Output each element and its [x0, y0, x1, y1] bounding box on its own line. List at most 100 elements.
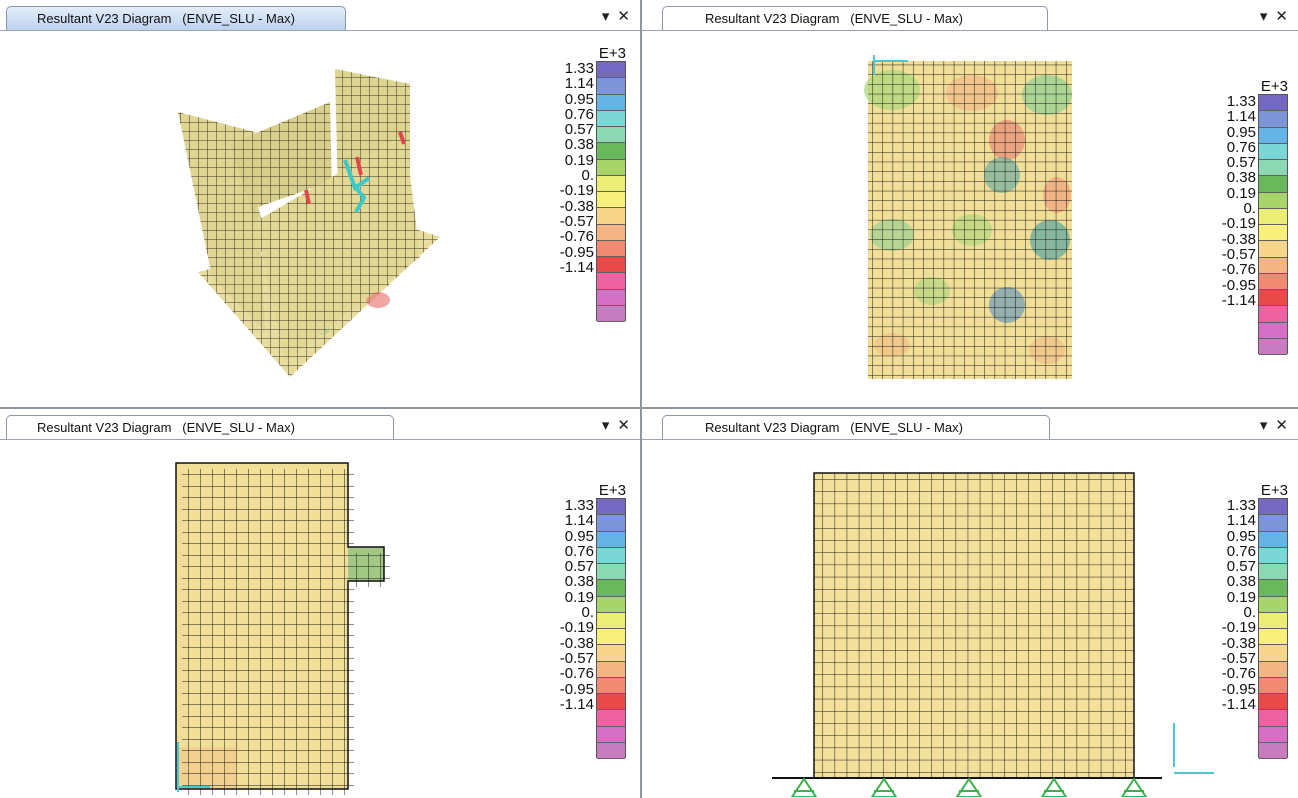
- legend-value: -0.57: [559, 212, 594, 230]
- legend-color-swatch: [597, 596, 625, 613]
- legend-color-swatch: [597, 110, 625, 127]
- model-view-3d[interactable]: [0, 32, 560, 402]
- window-controls: ▾ ✕: [1260, 7, 1288, 25]
- legend-value: -0.19: [1221, 619, 1256, 637]
- legend-value: -0.57: [1221, 245, 1256, 263]
- plan-view[interactable]: [862, 55, 1102, 395]
- legend-value: 0.: [581, 604, 594, 622]
- pane-bottom-right[interactable]: Resultant V23 Diagram (ENVE_SLU - Max) ▾…: [642, 409, 1298, 798]
- legend-value: -1.14: [1221, 695, 1256, 713]
- legend-color-swatch: [597, 273, 625, 290]
- legend-value: 0.76: [564, 542, 594, 560]
- legend-color-swatch: [597, 742, 625, 759]
- legend-value: 0.95: [564, 90, 594, 108]
- legend-value: 0.95: [1226, 527, 1256, 545]
- legend-color-swatch: [597, 645, 625, 662]
- tab-bar: Resultant V23 Diagram (ENVE_SLU - Max) ▾…: [642, 409, 1298, 440]
- legend-color-swatch: [597, 62, 625, 79]
- legend-color-swatch: [1259, 547, 1287, 564]
- legend-value: 0.76: [564, 105, 594, 123]
- wall-elevation-view[interactable]: [170, 457, 430, 797]
- legend-color-bar: [596, 61, 626, 322]
- tab-bar: Resultant V23 Diagram (ENVE_SLU - Max) ▾…: [0, 409, 640, 440]
- legend-value: -0.38: [559, 197, 594, 215]
- dropdown-arrow-icon[interactable]: ▾: [1260, 7, 1268, 25]
- color-legend: E+3 1.33 1.14 0.95 0.76 0.57 0.38 0.19 0. -0.19 -0…: [540, 482, 626, 762]
- legend-value: -0.57: [1221, 649, 1256, 667]
- legend-color-swatch: [597, 564, 625, 581]
- window-controls: ▾ ✕: [1260, 416, 1288, 434]
- legend-color-swatch: [597, 661, 625, 678]
- legend-color-swatch: [1259, 257, 1287, 274]
- legend-value: -0.76: [559, 665, 594, 683]
- legend-value: -0.57: [559, 649, 594, 667]
- close-icon[interactable]: ✕: [617, 416, 630, 434]
- dropdown-arrow-icon[interactable]: ▾: [602, 416, 610, 434]
- legend-value: 1.14: [1226, 512, 1256, 530]
- tab-bar: Resultant V23 Diagram (ENVE_SLU - Max) ▾…: [0, 0, 640, 31]
- legend-value: 0.57: [564, 558, 594, 576]
- legend-color-bar: [596, 498, 626, 759]
- close-icon[interactable]: ✕: [1275, 7, 1288, 25]
- legend-value: 0.95: [564, 527, 594, 545]
- tab-resultant-v23-diagram[interactable]: Resultant V23 Diagram (ENVE_SLU - Max): [662, 415, 1050, 439]
- dropdown-arrow-icon[interactable]: ▾: [602, 7, 610, 25]
- legend-value: 0.: [581, 167, 594, 185]
- legend-color-swatch: [1259, 127, 1287, 144]
- legend-color-swatch: [597, 224, 625, 241]
- legend-value: -0.95: [559, 680, 594, 698]
- legend-color-swatch: [597, 694, 625, 711]
- legend-value: 0.76: [1226, 138, 1256, 156]
- legend-color-swatch: [1259, 531, 1287, 548]
- pane-bottom-left[interactable]: Resultant V23 Diagram (ENVE_SLU - Max) ▾…: [0, 409, 640, 798]
- legend-value: -0.19: [559, 619, 594, 637]
- legend-color-swatch: [597, 305, 625, 322]
- legend-value: 0.: [1243, 604, 1256, 622]
- pane-splitter-horizontal[interactable]: [0, 407, 1298, 409]
- tab-resultant-v23-diagram[interactable]: Resultant V23 Diagram (ENVE_SLU - Max): [662, 6, 1048, 30]
- legend-value: 0.38: [1226, 573, 1256, 591]
- legend-value: -0.76: [1221, 665, 1256, 683]
- close-icon[interactable]: ✕: [617, 7, 630, 25]
- legend-value: 1.33: [564, 497, 594, 514]
- close-icon[interactable]: ✕: [1275, 416, 1288, 434]
- legend-value: -0.95: [559, 243, 594, 261]
- tab-resultant-v23-diagram[interactable]: Resultant V23 Diagram (ENVE_SLU - Max): [6, 415, 394, 439]
- legend-color-swatch: [597, 159, 625, 176]
- legend-value: -0.95: [1221, 680, 1256, 698]
- legend-value: 0.: [1243, 200, 1256, 218]
- dropdown-arrow-icon[interactable]: ▾: [1260, 416, 1268, 434]
- legend-value: -1.14: [559, 258, 594, 276]
- legend-value: -0.76: [559, 228, 594, 246]
- legend-color-swatch: [1259, 111, 1287, 128]
- legend-color-swatch: [597, 547, 625, 564]
- legend-color-bar: [1258, 498, 1288, 759]
- pane-splitter-vertical[interactable]: [640, 0, 642, 798]
- legend-color-swatch: [1259, 629, 1287, 646]
- legend-color-swatch: [1259, 338, 1287, 355]
- legend-value: -0.38: [1221, 634, 1256, 652]
- legend-value-list: 1.33 1.14 0.95 0.76 0.57 0.38 0.19 0. -0.19 -0.38…: [536, 498, 594, 712]
- tab-bar: Resultant V23 Diagram (ENVE_SLU - Max) ▾…: [642, 0, 1298, 31]
- legend-color-swatch: [597, 240, 625, 257]
- legend-value: 0.38: [564, 573, 594, 591]
- legend-color-swatch: [597, 175, 625, 192]
- legend-value: 0.19: [1226, 588, 1256, 606]
- legend-color-swatch: [597, 94, 625, 111]
- legend-value: -1.14: [559, 695, 594, 713]
- pane-top-right[interactable]: Resultant V23 Diagram (ENVE_SLU - Max) ▾…: [642, 0, 1298, 407]
- legend-value: 0.19: [564, 588, 594, 606]
- legend-value: -1.14: [1221, 291, 1256, 309]
- legend-color-swatch: [1259, 645, 1287, 662]
- legend-value: 1.14: [564, 512, 594, 530]
- legend-value: 0.76: [1226, 542, 1256, 560]
- pane-top-left[interactable]: Resultant V23 Diagram (ENVE_SLU - Max) ▾…: [0, 0, 640, 407]
- legend-value: 1.33: [564, 60, 594, 77]
- color-legend: E+3 1.33 1.14 0.95 0.76 0.57 0.38 0.19 0. -0.19 -0…: [1202, 482, 1288, 762]
- tab-resultant-v23-diagram[interactable]: Resultant V23 Diagram (ENVE_SLU - Max): [6, 6, 346, 30]
- legend-value: 0.38: [564, 136, 594, 154]
- legend-color-swatch: [597, 499, 625, 516]
- legend-value: 0.95: [1226, 123, 1256, 141]
- legend-color-swatch: [597, 127, 625, 144]
- legend-value: 0.19: [1226, 184, 1256, 202]
